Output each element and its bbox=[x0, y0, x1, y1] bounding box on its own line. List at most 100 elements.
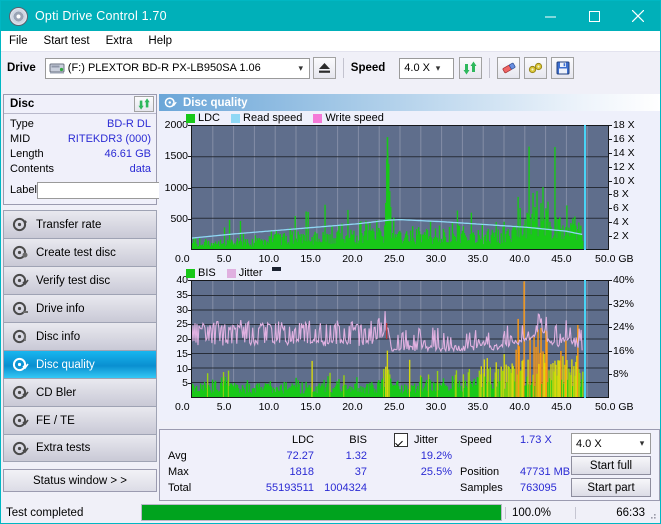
disc-row-value: RITEKDR3 (000) bbox=[67, 133, 151, 145]
y2-axis-tick-label: 6 X bbox=[613, 202, 629, 215]
disc-row-key: Type bbox=[10, 118, 34, 130]
disc-burn-icon bbox=[12, 245, 29, 260]
title-bar: Opti Drive Control 1.70 bbox=[1, 1, 660, 31]
start-part-button[interactable]: Start part bbox=[571, 478, 651, 497]
y2-axis-tick-label: 14 X bbox=[613, 146, 635, 159]
save-button[interactable] bbox=[551, 57, 575, 79]
stats-speed-value: 1.73 X bbox=[520, 434, 552, 446]
sidebar-item-label: Disc info bbox=[36, 330, 81, 343]
status-window-button[interactable]: Status window > > bbox=[3, 469, 157, 492]
erase-button[interactable] bbox=[497, 57, 521, 79]
disc-fete-icon bbox=[12, 413, 29, 428]
x-axis-tick-label: 20.0 bbox=[342, 401, 363, 413]
disc-refresh-button[interactable] bbox=[134, 96, 154, 112]
menu-bar: File Start test Extra Help bbox=[1, 31, 660, 51]
refresh-button[interactable] bbox=[459, 57, 483, 79]
app-disc-icon bbox=[9, 6, 28, 26]
y2-axis-tick bbox=[609, 222, 612, 224]
chevron-down-icon[interactable]: ▾ bbox=[430, 63, 446, 73]
sidebar-item-extra-tests[interactable]: Extra tests bbox=[3, 434, 157, 462]
status-bar: Test completed 100.0% 66:33 bbox=[2, 503, 659, 522]
sidebar-item-label: Extra tests bbox=[36, 442, 91, 454]
menu-item-extra[interactable]: Extra bbox=[106, 35, 133, 47]
stats-row-key: Avg bbox=[168, 450, 187, 462]
disc-quality-icon bbox=[164, 96, 177, 109]
resize-grip[interactable] bbox=[647, 510, 657, 520]
stats-max-jitter: 25.5% bbox=[420, 466, 452, 478]
disc-extra-icon bbox=[12, 441, 29, 456]
stats-avg-bis: 1.32 bbox=[345, 450, 367, 462]
legend-swatch bbox=[186, 113, 195, 123]
stats-total-bis: 1004324 bbox=[324, 482, 367, 494]
test-speed-select[interactable]: 4.0 X ▾ bbox=[571, 433, 651, 454]
y-axis-tick bbox=[188, 156, 191, 158]
start-full-label: Start full bbox=[589, 459, 633, 472]
drive-select[interactable]: (F:) PLEXTOR BD-R PX-LB950SA 1.06 ▾ bbox=[44, 57, 310, 79]
menu-item-help[interactable]: Help bbox=[148, 35, 172, 47]
status-text: Test completed bbox=[6, 506, 84, 519]
sidebar-item-label: CD Bler bbox=[36, 386, 77, 399]
y-axis-tick-label: 15 bbox=[176, 347, 188, 360]
start-full-button[interactable]: Start full bbox=[571, 456, 651, 475]
stats-samples-value: 763095 bbox=[520, 482, 557, 494]
stats-col-ldc: LDC bbox=[291, 434, 314, 446]
y2-axis-tick bbox=[609, 194, 612, 196]
chart-legend: LDC Read speed Write speed bbox=[186, 112, 391, 124]
test-speed-value: 4.0 X bbox=[576, 437, 602, 450]
nav-list: Transfer rate Create test disc Verify te… bbox=[3, 210, 157, 462]
x-axis-tick-label: 0.0 bbox=[175, 401, 190, 413]
sidebar-item-label: Create test disc bbox=[36, 246, 116, 259]
chevron-down-icon[interactable]: ▾ bbox=[293, 63, 309, 73]
sidebar-item-disc-quality[interactable]: Disc quality bbox=[3, 350, 157, 378]
status-window-label: Status window > > bbox=[33, 474, 127, 487]
sidebar-item-drive-info[interactable]: Drive info bbox=[3, 294, 157, 322]
menu-item-file[interactable]: File bbox=[9, 35, 28, 47]
sidebar-item-disc-info[interactable]: Disc info bbox=[3, 322, 157, 350]
y2-axis-tick bbox=[609, 374, 612, 376]
y2-axis-tick-label: 32% bbox=[613, 297, 635, 310]
disc-row-contents: Contents data bbox=[10, 162, 151, 177]
sidebar-item-verify-test-disc[interactable]: Verify test disc bbox=[3, 266, 157, 294]
x-axis-tick-label: 10.0 bbox=[258, 401, 280, 413]
sidebar-item-create-test-disc[interactable]: Create test disc bbox=[3, 238, 157, 266]
x-axis-tick-label: 5.0 bbox=[216, 253, 232, 265]
y2-axis-tick-label: 2 X bbox=[613, 230, 629, 243]
sidebar-item-fe-te[interactable]: FE / TE bbox=[3, 406, 157, 434]
chevron-down-icon[interactable]: ▾ bbox=[634, 439, 650, 448]
tools-button[interactable] bbox=[524, 57, 548, 79]
x-axis-tick-label: 15.0 bbox=[300, 253, 321, 265]
disc-bler-icon bbox=[12, 385, 29, 400]
refresh-icon bbox=[463, 61, 477, 75]
eject-button[interactable] bbox=[312, 57, 336, 79]
checkbox-icon[interactable] bbox=[394, 433, 408, 447]
close-icon[interactable] bbox=[616, 1, 660, 31]
minimize-icon[interactable] bbox=[528, 1, 572, 31]
disc-quality-panel: Disc quality LDC Read speed Write speed 50… bbox=[159, 94, 660, 431]
menu-item-start-test[interactable]: Start test bbox=[44, 35, 90, 47]
y-axis-tick-label: 1500 bbox=[164, 150, 188, 163]
sidebar-item-label: Drive info bbox=[36, 302, 85, 315]
legend-label: Write speed bbox=[325, 112, 384, 124]
disc-row-value: 46.61 GB bbox=[104, 148, 151, 160]
stats-col-jitter: Jitter bbox=[414, 434, 438, 446]
maximize-icon[interactable] bbox=[572, 1, 616, 31]
sidebar-item-transfer-rate[interactable]: Transfer rate bbox=[3, 210, 157, 238]
y-axis-tick-label: 35 bbox=[176, 288, 188, 301]
y2-axis-tick bbox=[609, 125, 612, 126]
toolbar-divider-2 bbox=[489, 58, 491, 78]
y-axis-tick bbox=[188, 218, 191, 220]
app-window: Opti Drive Control 1.70 File Start test … bbox=[0, 0, 661, 524]
chart-cursor bbox=[583, 125, 586, 250]
sidebar-item-cd-bler[interactable]: CD Bler bbox=[3, 378, 157, 406]
y2-axis-tick bbox=[609, 152, 612, 154]
disc-verify-icon bbox=[12, 273, 29, 288]
stats-samples-key: Samples bbox=[460, 482, 503, 494]
y-axis-tick bbox=[188, 125, 191, 126]
disc-quality-header: Disc quality bbox=[159, 94, 660, 111]
speed-select[interactable]: 4.0 X ▾ bbox=[399, 57, 455, 79]
speed-label: Speed bbox=[350, 62, 386, 74]
disc-quality-icon bbox=[12, 357, 29, 372]
y-axis-tick-label: 30 bbox=[176, 303, 188, 316]
y-axis-tick bbox=[188, 187, 191, 189]
jitter-checkbox[interactable] bbox=[394, 433, 408, 447]
